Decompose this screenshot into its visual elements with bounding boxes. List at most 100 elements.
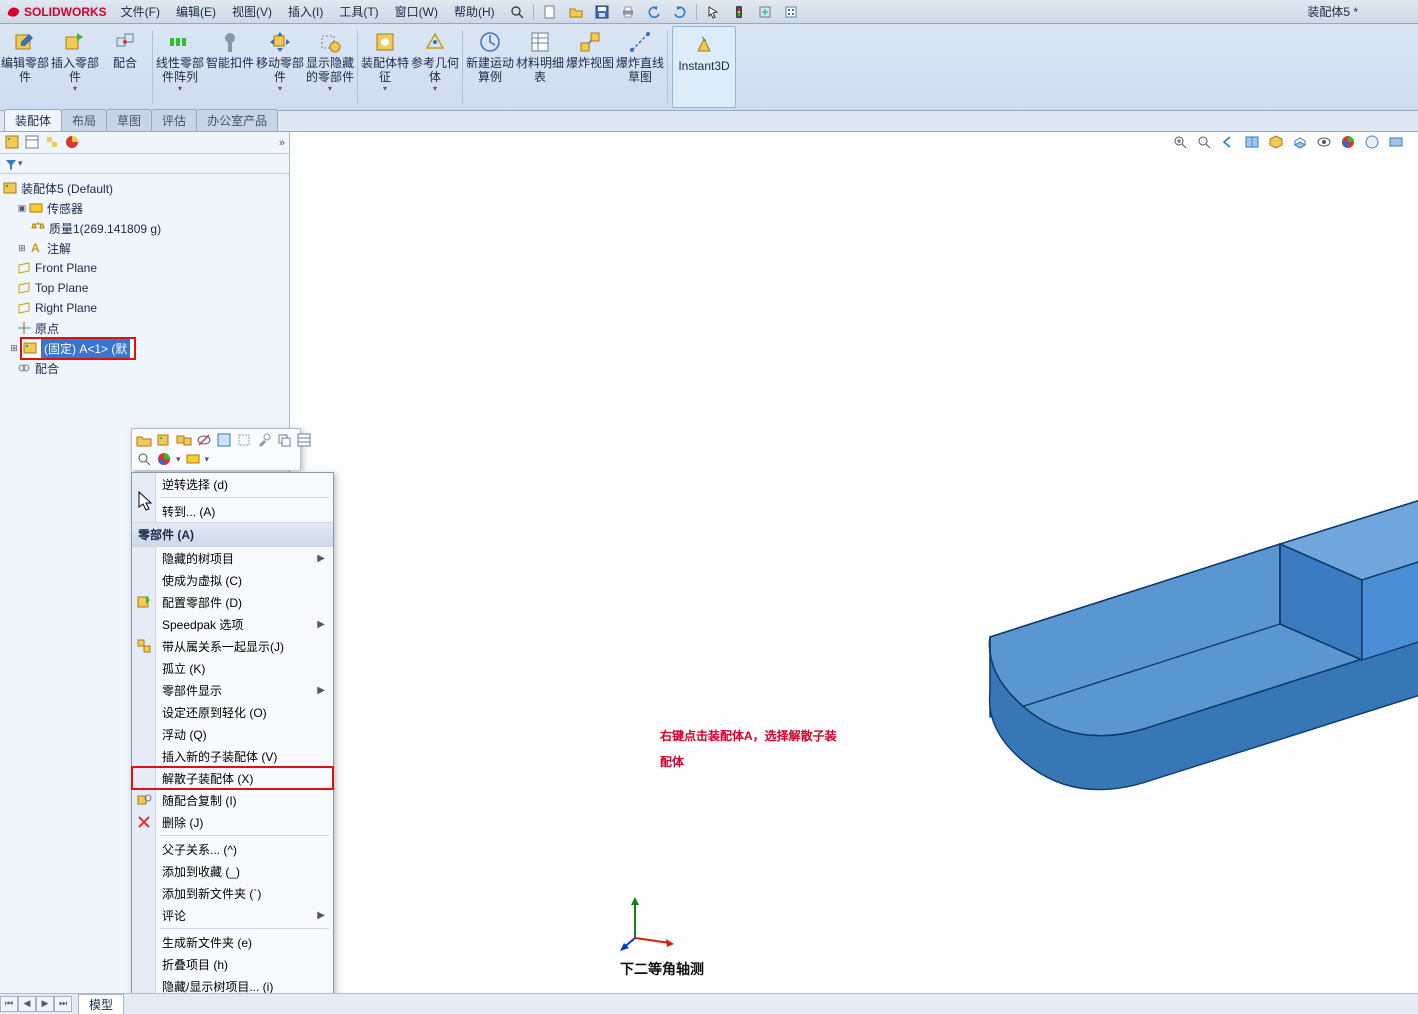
apply-scene-icon[interactable] bbox=[1364, 134, 1382, 152]
ribbon-show-hidden[interactable]: 显示隐藏的零部件▾ bbox=[305, 24, 355, 110]
ribbon-ref-geometry[interactable]: 参考几何体▾ bbox=[410, 24, 460, 110]
tab-assembly[interactable]: 装配体 bbox=[4, 109, 62, 131]
graphics-viewport[interactable]: 右键点击装配体A，选择解散子装 配体 下二等角轴测 bbox=[290, 132, 1418, 1013]
ctx-hide-icon[interactable] bbox=[196, 432, 212, 448]
ctx-copy-with-mates[interactable]: 随配合复制 (I) bbox=[132, 789, 333, 811]
section-view-icon[interactable] bbox=[1244, 134, 1262, 152]
hide-show-icon[interactable] bbox=[1316, 134, 1334, 152]
feature-tree-tab-icon[interactable] bbox=[4, 134, 22, 152]
ribbon-smart-fasteners[interactable]: 智能扣件 bbox=[205, 24, 255, 110]
tree-top-plane[interactable]: Top Plane bbox=[2, 278, 287, 298]
tab-layout[interactable]: 布局 bbox=[61, 109, 107, 131]
print-icon[interactable] bbox=[618, 2, 638, 22]
ctx-delete[interactable]: 删除 (J) bbox=[132, 811, 333, 833]
ribbon-explode-line[interactable]: 爆炸直线草图 bbox=[615, 24, 665, 110]
menu-window[interactable]: 窗口(W) bbox=[387, 0, 446, 24]
ctx-configure[interactable]: 配置零部件 (D) bbox=[132, 591, 333, 613]
ctx-go-to[interactable]: 转到... (A) bbox=[132, 500, 333, 522]
ctx-edit-assembly-icon[interactable] bbox=[176, 432, 192, 448]
ctx-invert-selection[interactable]: 逆转选择 (d) bbox=[132, 473, 333, 495]
ctx-add-to-fav[interactable]: 添加到收藏 (_) bbox=[132, 860, 333, 882]
ctx-appearance-icon[interactable] bbox=[156, 451, 172, 467]
ctx-properties-icon[interactable] bbox=[296, 432, 312, 448]
tab-sketch[interactable]: 草图 bbox=[106, 109, 152, 131]
ctx-collapse[interactable]: 折叠项目 (h) bbox=[132, 953, 333, 975]
zoom-fit-icon[interactable] bbox=[1172, 134, 1190, 152]
menu-help[interactable]: 帮助(H) bbox=[446, 0, 503, 24]
panel-collapse-icon[interactable]: » bbox=[279, 137, 285, 149]
tree-right-plane[interactable]: Right Plane bbox=[2, 298, 287, 318]
view-orientation-icon[interactable] bbox=[1268, 134, 1286, 152]
display-style-icon[interactable] bbox=[1292, 134, 1310, 152]
undo-icon[interactable] bbox=[644, 2, 664, 22]
ctx-fix-icon[interactable] bbox=[256, 432, 272, 448]
tree-annotations[interactable]: ⊞A注解 bbox=[2, 238, 287, 258]
tree-front-plane[interactable]: Front Plane bbox=[2, 258, 287, 278]
ctx-comments[interactable]: 评论▶ bbox=[132, 904, 333, 926]
property-manager-tab-icon[interactable] bbox=[24, 134, 42, 152]
select-icon[interactable] bbox=[703, 2, 723, 22]
ctx-add-to-new-folder[interactable]: 添加到新文件夹 (`) bbox=[132, 882, 333, 904]
menu-edit[interactable]: 编辑(E) bbox=[168, 0, 224, 24]
ctx-create-new-folder[interactable]: 生成新文件夹 (e) bbox=[132, 931, 333, 953]
new-icon[interactable] bbox=[540, 2, 560, 22]
nav-last-icon[interactable]: ⏭ bbox=[54, 996, 72, 1012]
nav-first-icon[interactable]: ⏮ bbox=[0, 996, 18, 1012]
tree-sensors[interactable]: ▣传感器 bbox=[2, 198, 287, 218]
ctx-edit-part-icon[interactable] bbox=[156, 432, 172, 448]
ctx-dissolve-subassembly[interactable]: 解散子装配体 (X) bbox=[132, 767, 333, 789]
previous-view-icon[interactable] bbox=[1220, 134, 1238, 152]
menu-view[interactable]: 视图(V) bbox=[224, 0, 280, 24]
tree-filter-bar[interactable]: ▾ bbox=[0, 154, 289, 174]
ctx-transparency-icon[interactable] bbox=[216, 432, 232, 448]
ctx-component-display[interactable]: 零部件显示▶ bbox=[132, 679, 333, 701]
ribbon-exploded[interactable]: 爆炸视图 bbox=[565, 24, 615, 110]
tree-root[interactable]: 装配体5 (Default) bbox=[2, 178, 287, 198]
ctx-hidden-tree[interactable]: 隐藏的树项目▶ bbox=[132, 547, 333, 569]
ctx-insert-new-sub[interactable]: 插入新的子装配体 (V) bbox=[132, 745, 333, 767]
ribbon-instant3d[interactable]: Instant3D bbox=[672, 26, 736, 108]
ctx-copy-icon[interactable] bbox=[276, 432, 292, 448]
zoom-area-icon[interactable] bbox=[1196, 134, 1214, 152]
ribbon-insert-component[interactable]: 插入零部件▾ bbox=[50, 24, 100, 110]
ctx-speedpak[interactable]: Speedpak 选项▶ bbox=[132, 613, 333, 635]
tree-mates[interactable]: 配合 bbox=[2, 358, 287, 378]
redo-icon[interactable] bbox=[670, 2, 690, 22]
tab-office[interactable]: 办公室产品 bbox=[196, 109, 278, 131]
tree-origin[interactable]: 原点 bbox=[2, 318, 287, 338]
model-part[interactable] bbox=[930, 372, 1418, 802]
ctx-material-icon[interactable] bbox=[185, 451, 201, 467]
ribbon-assembly-features[interactable]: 装配体特征▾ bbox=[360, 24, 410, 110]
dimxpert-tab-icon[interactable] bbox=[64, 134, 82, 152]
rebuild-icon[interactable] bbox=[755, 2, 775, 22]
save-icon[interactable] bbox=[592, 2, 612, 22]
menu-insert[interactable]: 插入(I) bbox=[280, 0, 331, 24]
ribbon-bom[interactable]: 材料明细表 bbox=[515, 24, 565, 110]
ctx-isolate[interactable]: 孤立 (K) bbox=[132, 657, 333, 679]
ribbon-move-component[interactable]: 移动零部件▾ bbox=[255, 24, 305, 110]
ctx-make-virtual[interactable]: 使成为虚拟 (C) bbox=[132, 569, 333, 591]
nav-prev-icon[interactable]: ◀ bbox=[18, 996, 36, 1012]
tree-selected-component[interactable]: ⊞ (固定) A<1> (默 bbox=[2, 338, 287, 358]
ctx-float[interactable]: 浮动 (Q) bbox=[132, 723, 333, 745]
tab-evaluate[interactable]: 评估 bbox=[151, 109, 197, 131]
edit-appearance-icon[interactable] bbox=[1340, 134, 1358, 152]
ribbon-mate[interactable]: 配合 bbox=[100, 24, 150, 110]
nav-next-icon[interactable]: ▶ bbox=[36, 996, 54, 1012]
model-tab[interactable]: 模型 bbox=[78, 994, 124, 1014]
ctx-set-lightweight[interactable]: 设定还原到轻化 (O) bbox=[132, 701, 333, 723]
ribbon-linear-pattern[interactable]: 线性零部件阵列▾ bbox=[155, 24, 205, 110]
ctx-parent-child[interactable]: 父子关系... (^) bbox=[132, 838, 333, 860]
ctx-zoom-icon[interactable] bbox=[136, 451, 152, 467]
open-icon[interactable] bbox=[566, 2, 586, 22]
ribbon-new-motion[interactable]: 新建运动算例 bbox=[465, 24, 515, 110]
qat-search-icon[interactable] bbox=[507, 2, 527, 22]
config-manager-tab-icon[interactable] bbox=[44, 134, 62, 152]
view-settings-icon[interactable] bbox=[1388, 134, 1406, 152]
options-icon[interactable] bbox=[781, 2, 801, 22]
ctx-show-with-dependents[interactable]: 带从属关系一起显示(J) bbox=[132, 635, 333, 657]
menu-file[interactable]: 文件(F) bbox=[113, 0, 168, 24]
ctx-open-icon[interactable] bbox=[136, 432, 152, 448]
tree-mass[interactable]: 质量1(269.141809 g) bbox=[2, 218, 287, 238]
traffic-icon[interactable] bbox=[729, 2, 749, 22]
